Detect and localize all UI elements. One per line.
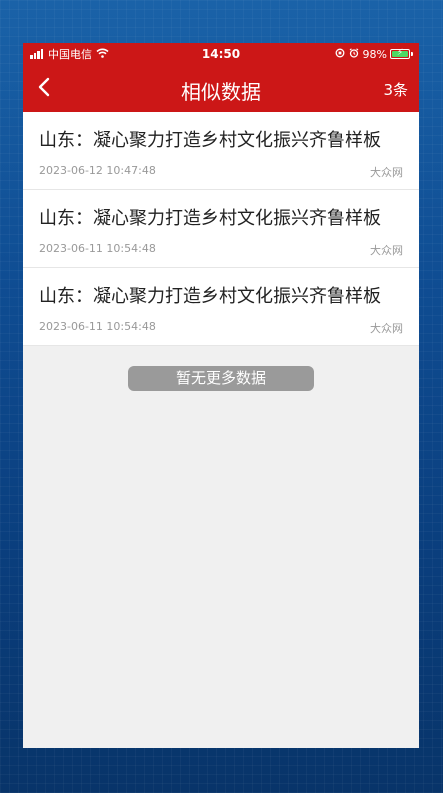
- result-count: 3条: [383, 81, 408, 99]
- phone-screen: 中国电信 14:50 98% ⚡ 相似数据 3条 山东：凝心聚力打造乡村文化振兴…: [23, 43, 419, 748]
- header: 中国电信 14:50 98% ⚡ 相似数据 3条: [23, 43, 419, 112]
- battery-icon: ⚡: [390, 48, 410, 59]
- similar-list: 山东：凝心聚力打造乡村文化振兴齐鲁样板 2023-06-12 10:47:48 …: [23, 112, 419, 346]
- item-source: 大众网: [370, 244, 403, 257]
- battery-percent: 98%: [362, 47, 387, 61]
- item-title: 山东：凝心聚力打造乡村文化振兴齐鲁样板: [39, 208, 381, 229]
- item-source: 大众网: [370, 166, 403, 179]
- list-item[interactable]: 山东：凝心聚力打造乡村文化振兴齐鲁样板 2023-06-11 10:54:48 …: [23, 268, 419, 346]
- list-item[interactable]: 山东：凝心聚力打造乡村文化振兴齐鲁样板 2023-06-12 10:47:48 …: [23, 112, 419, 190]
- item-date: 2023-06-11 10:54:48: [39, 242, 156, 255]
- list-item[interactable]: 山东：凝心聚力打造乡村文化振兴齐鲁样板 2023-06-11 10:54:48 …: [23, 190, 419, 268]
- item-date: 2023-06-11 10:54:48: [39, 320, 156, 333]
- alarm-icon: [349, 47, 359, 61]
- battery-tip: [411, 52, 413, 56]
- page-title: 相似数据: [181, 80, 261, 104]
- status-right: 98% ⚡: [335, 47, 413, 61]
- nav-bar: 相似数据 3条: [23, 67, 419, 109]
- no-more-data-label: 暂无更多数据: [128, 366, 314, 391]
- rotation-lock-icon: [335, 48, 345, 61]
- item-title: 山东：凝心聚力打造乡村文化振兴齐鲁样板: [39, 130, 381, 151]
- item-date: 2023-06-12 10:47:48: [39, 164, 156, 177]
- item-source: 大众网: [370, 322, 403, 335]
- item-title: 山东：凝心聚力打造乡村文化振兴齐鲁样板: [39, 286, 381, 307]
- status-bar: 中国电信 14:50 98% ⚡: [23, 43, 419, 65]
